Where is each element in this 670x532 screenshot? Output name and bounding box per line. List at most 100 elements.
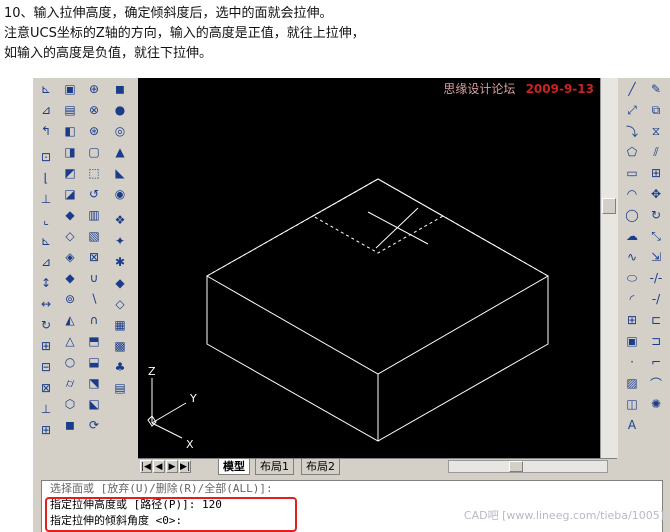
- ucs-named-icon[interactable]: ⊠: [36, 378, 56, 398]
- copy-icon[interactable]: ⧉: [646, 100, 666, 120]
- extrude-icon[interactable]: ⬚: [84, 163, 104, 183]
- construction-line-icon[interactable]: ⤢: [622, 100, 642, 120]
- render-icon[interactable]: ❖: [110, 210, 130, 230]
- ne-iso-icon[interactable]: ◈: [60, 247, 80, 267]
- scene-icon[interactable]: ✦: [110, 231, 130, 251]
- solid-icon[interactable]: ◼: [60, 415, 80, 435]
- ucs-settings-icon[interactable]: ⊥: [36, 399, 56, 419]
- explode-icon[interactable]: ✺: [646, 394, 666, 414]
- left-view-icon[interactable]: ◧: [60, 121, 80, 141]
- right-view-icon[interactable]: ◨: [60, 142, 80, 162]
- circle-icon[interactable]: ◯: [622, 205, 642, 225]
- line-icon[interactable]: ╱: [622, 79, 642, 99]
- union-icon[interactable]: ∪: [84, 268, 104, 288]
- front-view-icon[interactable]: ◩: [60, 163, 80, 183]
- wedge-icon[interactable]: ◭: [60, 310, 80, 330]
- ucs-z-rotate-icon[interactable]: ↻: [36, 315, 56, 335]
- ucs-3point-icon[interactable]: ⊿: [36, 252, 56, 272]
- tab-layout2[interactable]: 布局2: [301, 459, 340, 475]
- first-tab-button[interactable]: |◀: [140, 460, 152, 473]
- fog-icon[interactable]: ▩: [110, 336, 130, 356]
- top-view-icon[interactable]: ▣: [60, 79, 80, 99]
- ring-icon[interactable]: ◉: [110, 184, 130, 204]
- interfere-icon[interactable]: ⊠: [84, 247, 104, 267]
- move-icon[interactable]: ✥: [646, 184, 666, 204]
- sphere-shade-icon[interactable]: ●: [110, 100, 130, 120]
- ucs-origin-icon[interactable]: ⌞: [36, 210, 56, 230]
- shade-icon[interactable]: ◼: [110, 79, 130, 99]
- delete-face-icon[interactable]: ⬕: [84, 394, 104, 414]
- next-tab-button[interactable]: ▶: [166, 460, 178, 473]
- drawing-area[interactable]: 思缘设计论坛 2009-9-13 Z Y X: [138, 78, 600, 458]
- orbit-continuous-icon[interactable]: ⊛: [84, 121, 104, 141]
- stretch-icon[interactable]: ⇲: [646, 247, 666, 267]
- polyline-icon[interactable]: ⤵: [622, 121, 642, 141]
- background-icon[interactable]: ▦: [110, 315, 130, 335]
- scale-icon[interactable]: ⤡: [646, 226, 666, 246]
- extend-icon[interactable]: -/: [646, 289, 666, 309]
- se-iso-icon[interactable]: ◇: [60, 226, 80, 246]
- prev-tab-button[interactable]: ◀: [153, 460, 165, 473]
- intersect-icon[interactable]: ∩: [84, 310, 104, 330]
- ucs-x-rotate-icon[interactable]: ↕: [36, 273, 56, 293]
- cone-icon[interactable]: △: [60, 331, 80, 351]
- ucs-y-rotate-icon[interactable]: ↔: [36, 294, 56, 314]
- horizontal-scrollbar[interactable]: [448, 460, 608, 473]
- orbit-icon[interactable]: ⊕: [84, 79, 104, 99]
- insert-block-icon[interactable]: ⊞: [622, 310, 642, 330]
- rectangle-icon[interactable]: ▭: [622, 163, 642, 183]
- multiline-text-icon[interactable]: A: [622, 415, 642, 435]
- chamfer-icon[interactable]: ⌐: [646, 352, 666, 372]
- ellipse-arc-icon[interactable]: ◜: [622, 289, 642, 309]
- revolve-icon[interactable]: ↺: [84, 184, 104, 204]
- statistics-icon[interactable]: ▤: [110, 378, 130, 398]
- nw-iso-icon[interactable]: ◆: [60, 268, 80, 288]
- light-icon[interactable]: ✱: [110, 252, 130, 272]
- cone-shade-icon[interactable]: ▲: [110, 142, 130, 162]
- rotate-icon[interactable]: ↻: [646, 205, 666, 225]
- horizontal-scroll-thumb[interactable]: [509, 461, 523, 472]
- region-icon[interactable]: ◫: [622, 394, 642, 414]
- join-icon[interactable]: ⊐: [646, 331, 666, 351]
- erase-icon[interactable]: ✎: [646, 79, 666, 99]
- extrude-face-icon[interactable]: ⬒: [84, 331, 104, 351]
- torus-icon[interactable]: ◎: [110, 121, 130, 141]
- vertical-scroll-thumb[interactable]: [602, 198, 616, 214]
- orbit-free-icon[interactable]: ⊗: [84, 100, 104, 120]
- break-icon[interactable]: ⊏: [646, 310, 666, 330]
- box-icon[interactable]: ▢: [84, 142, 104, 162]
- revision-cloud-icon[interactable]: ☁: [622, 226, 642, 246]
- spline-icon[interactable]: ∿: [622, 247, 642, 267]
- hatch-icon[interactable]: ▨: [622, 373, 642, 393]
- point-icon[interactable]: ·: [622, 352, 642, 372]
- rotate-face-icon[interactable]: ⟳: [84, 415, 104, 435]
- offset-face-icon[interactable]: ⬔: [84, 373, 104, 393]
- camera-icon[interactable]: ⊚: [60, 289, 80, 309]
- cube-icon[interactable]: ⬡: [60, 394, 80, 414]
- vertical-scrollbar[interactable]: [600, 78, 618, 458]
- ucs-manager-icon[interactable]: ⊟: [36, 357, 56, 377]
- ucs-previous-icon[interactable]: ↰: [36, 121, 56, 141]
- ucs-view-icon[interactable]: ⊥: [36, 189, 56, 209]
- last-tab-button[interactable]: ▶|: [179, 460, 191, 473]
- array-icon[interactable]: ⊞: [646, 163, 666, 183]
- materials-icon[interactable]: ◆: [110, 273, 130, 293]
- fillet-icon[interactable]: ⌒: [646, 373, 666, 393]
- arc-icon[interactable]: ◠: [622, 184, 642, 204]
- trim-icon[interactable]: -/-: [646, 268, 666, 288]
- section-icon[interactable]: ▥: [84, 205, 104, 225]
- ellipse-icon[interactable]: ⬭: [622, 268, 642, 288]
- ucs-icon[interactable]: ⊾: [36, 79, 56, 99]
- wedge-shade-icon[interactable]: ◣: [110, 163, 130, 183]
- tab-layout1[interactable]: 布局1: [255, 459, 294, 475]
- ucs-face-icon[interactable]: ⊡: [36, 147, 56, 167]
- back-view-icon[interactable]: ◪: [60, 184, 80, 204]
- polygon-icon[interactable]: ⬠: [622, 142, 642, 162]
- ucs-extra-icon[interactable]: ⊞: [36, 420, 56, 440]
- landscape-icon[interactable]: ♣: [110, 357, 130, 377]
- mirror-icon[interactable]: ⧖: [646, 121, 666, 141]
- sw-iso-icon[interactable]: ◆: [60, 205, 80, 225]
- cylinder-icon[interactable]: ⌭: [60, 373, 80, 393]
- move-face-icon[interactable]: ⬓: [84, 352, 104, 372]
- slice-icon[interactable]: ▧: [84, 226, 104, 246]
